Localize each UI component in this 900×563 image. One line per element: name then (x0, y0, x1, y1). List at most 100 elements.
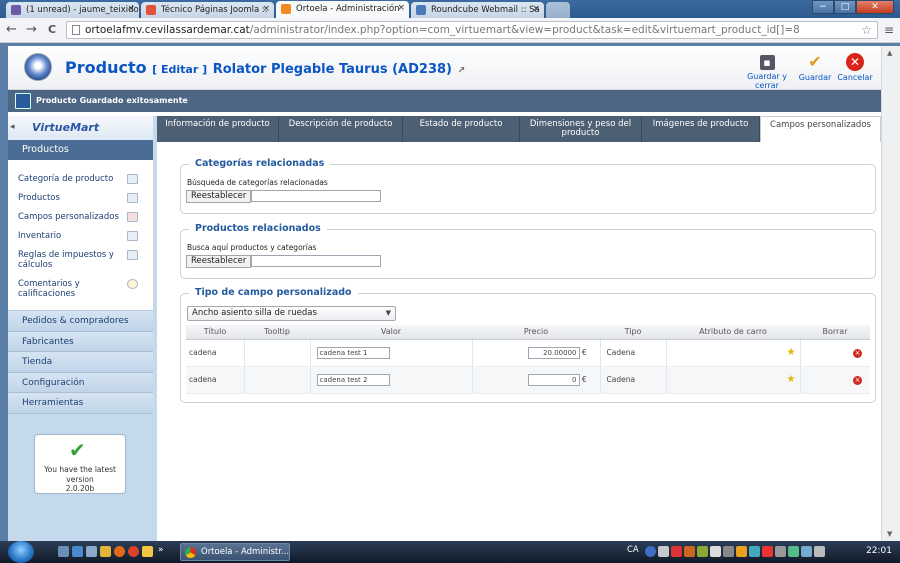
scroll-down-icon[interactable]: ▼ (887, 530, 892, 538)
reset-products-button[interactable]: Reestablecer (186, 255, 252, 268)
custom-field-type-select[interactable]: Ancho asiento silla de ruedas ▼ (187, 306, 396, 321)
address-bar: ← → C ortoelafmv.cevilassardemar.cat/adm… (0, 18, 900, 43)
value-input[interactable]: cadena test 2 (316, 373, 390, 386)
scroll-up-icon[interactable]: ▲ (887, 49, 892, 57)
tray-icon[interactable] (723, 546, 734, 557)
external-link-icon[interactable]: ↗ (458, 66, 466, 76)
app-icon[interactable] (86, 546, 97, 557)
tab-product-status[interactable]: Estado de producto (403, 116, 520, 142)
sidebar-item-reviews[interactable]: Comentarios y calificaciones (18, 275, 138, 304)
explorer-icon[interactable] (72, 546, 83, 557)
taskbar-item-chrome[interactable]: Ortoela - Administr... (180, 543, 290, 561)
network-icon[interactable] (801, 546, 812, 557)
app-icon[interactable] (142, 546, 153, 557)
tray-icon[interactable] (736, 546, 747, 557)
forward-button[interactable]: → (26, 22, 37, 38)
star-icon[interactable]: ★ (787, 374, 796, 385)
url-input[interactable]: ortoelafmv.cevilassardemar.cat/administr… (66, 21, 878, 39)
edit-label: [ Editar ] (152, 63, 208, 76)
reset-categories-button[interactable]: Reestablecer (186, 190, 252, 203)
chevron-right-icon[interactable]: » (158, 545, 164, 555)
tray-icon[interactable] (697, 546, 708, 557)
maximize-button[interactable]: □ (834, 0, 856, 14)
sidebar-item-inventory[interactable]: Inventario (18, 227, 138, 246)
floppy-icon: ▪ (759, 55, 775, 70)
close-tab-icon[interactable]: × (127, 4, 135, 14)
sidebar-link-orders[interactable]: Pedidos & compradores (8, 311, 153, 332)
delete-icon[interactable]: × (853, 348, 862, 358)
browser-tab-ortoela[interactable]: Ortoela - Administración × (276, 1, 409, 18)
currency-label: € (581, 347, 587, 357)
tray-icon[interactable] (788, 546, 799, 557)
tab-product-dimensions[interactable]: Dimensiones y peso del producto (520, 116, 642, 142)
checkmark-icon: ✔ (69, 438, 86, 462)
clock: 22:01 (866, 546, 892, 556)
browser-tab-joomla[interactable]: Técnico Páginas Joomla :: × (141, 2, 274, 18)
related-categories-section: Categorías relacionadas Búsqueda de cate… (180, 158, 876, 214)
tray-icon[interactable] (671, 546, 682, 557)
url-path: /administrator/index.php?option=com_virt… (249, 24, 800, 36)
star-icon[interactable]: ★ (787, 347, 796, 358)
roundcube-icon (416, 5, 426, 15)
related-categories-input[interactable] (251, 190, 381, 202)
opera-icon[interactable] (128, 546, 139, 557)
price-input[interactable]: 0 (527, 373, 580, 386)
save-button[interactable]: ✔ Guardar (795, 52, 835, 86)
value-cell: cadena test 2 (310, 366, 473, 394)
tab-product-description[interactable]: Descripción de producto (279, 116, 403, 142)
tray-icon[interactable] (684, 546, 695, 557)
page-scrollbar[interactable]: ▲ ▼ (881, 46, 900, 541)
menu-icon[interactable]: ≡ (884, 23, 894, 37)
tray-icon[interactable] (658, 546, 669, 557)
back-button[interactable]: ← (6, 22, 17, 38)
save-close-button[interactable]: ▪ Guardar y cerrar (739, 52, 795, 90)
tray-icon[interactable] (762, 546, 773, 557)
cancel-button[interactable]: ✕ Cancelar (835, 52, 875, 86)
help-icon[interactable] (645, 546, 656, 557)
title-cell: cadena (186, 339, 245, 367)
close-tab-icon[interactable]: × (262, 4, 270, 14)
tray-icon[interactable] (749, 546, 760, 557)
sidebar-item-categories[interactable]: Categoría de producto (18, 170, 138, 189)
sidebar-link-configuration[interactable]: Configuración (8, 372, 153, 393)
sidebar-item-tax-rules[interactable]: Reglas de impuestos y cálculos (18, 246, 138, 275)
type-cell: Cadena (600, 339, 667, 367)
sidebar-item-products[interactable]: Productos (18, 189, 138, 208)
browser-tab-mail[interactable]: (1 unread) - jaume_teixido × (6, 2, 139, 18)
sidebar-link-shop[interactable]: Tienda (8, 352, 153, 373)
related-products-input[interactable] (251, 255, 381, 267)
new-tab-button[interactable] (546, 2, 570, 18)
desktop-icon[interactable] (58, 546, 69, 557)
app-icon[interactable] (100, 546, 111, 557)
sidebar-section-productos[interactable]: Productos (8, 140, 153, 160)
column-header: Tipo (600, 325, 666, 340)
delete-icon[interactable]: × (853, 375, 862, 385)
price-input[interactable]: 20.00000 (527, 346, 580, 359)
start-button[interactable] (8, 541, 34, 563)
tray-icon[interactable] (710, 546, 721, 557)
tray-icon[interactable] (775, 546, 786, 557)
browser-tab-roundcube[interactable]: Roundcube Webmail :: Sa × (411, 2, 544, 18)
value-input[interactable]: cadena test 1 (316, 346, 390, 359)
tab-product-info[interactable]: Información de producto (157, 116, 279, 142)
sidebar-link-tools[interactable]: Herramientas (8, 393, 153, 414)
tab-product-images[interactable]: Imágenes de producto (642, 116, 760, 142)
reload-button[interactable]: C (48, 22, 56, 38)
currency-label: € (581, 374, 587, 384)
language-indicator[interactable]: CA (627, 545, 639, 555)
close-window-button[interactable]: ✕ (856, 0, 894, 14)
volume-icon[interactable] (814, 546, 825, 557)
minimize-button[interactable]: − (812, 0, 834, 14)
tab-custom-fields[interactable]: Campos personalizados (760, 116, 881, 142)
custom-fields-table: Título Tooltip Valor Precio Tipo Atribut… (186, 325, 870, 394)
close-tab-icon[interactable]: × (532, 4, 540, 14)
cart-attribute-cell: ★ (666, 339, 801, 367)
success-message: Producto Guardado exitosamente (8, 90, 881, 112)
collapse-arrow-icon[interactable]: ◂ (10, 122, 15, 132)
bookmark-star-icon[interactable]: ☆ (861, 22, 872, 38)
product-tabs: Información de producto Descripción de p… (157, 116, 881, 142)
sidebar-item-custom-fields[interactable]: Campos personalizados (18, 208, 138, 227)
close-tab-icon[interactable]: × (397, 3, 405, 13)
sidebar-link-manufacturers[interactable]: Fabricantes (8, 331, 153, 352)
firefox-icon[interactable] (114, 546, 125, 557)
